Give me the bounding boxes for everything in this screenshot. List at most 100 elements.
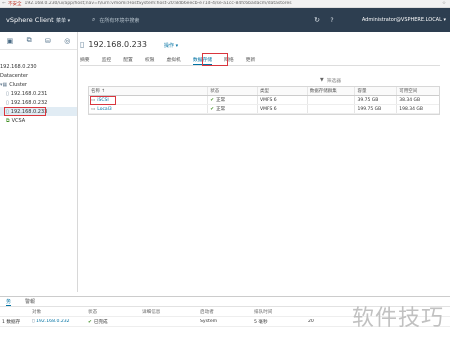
tree-label: VCSA	[11, 117, 26, 124]
global-search[interactable]: ⌕ 在所有环境中搜索	[92, 14, 242, 27]
actions-dropdown[interactable]: 操作 ▾	[164, 42, 178, 49]
task-status: ✔ 已完成	[86, 319, 140, 325]
col-details[interactable]: 详细信息	[140, 309, 198, 315]
task-status-text: 已完成	[93, 319, 108, 325]
col-free[interactable]: 可用空间	[397, 87, 439, 95]
tab-highlight-box	[202, 53, 228, 66]
tree-item-host-233[interactable]: ▯ 192.168.0.233	[0, 107, 77, 116]
check-icon: ✔	[210, 97, 215, 103]
user-name: Administrator@VSPHERE.LOCAL	[361, 17, 442, 23]
highlight-box	[4, 107, 46, 116]
col-cluster[interactable]: 数据存储群集	[308, 87, 356, 95]
cell-name: ▭ Local3	[89, 105, 209, 113]
filter-placeholder: 筛选器	[326, 78, 342, 84]
cell-cluster	[308, 96, 356, 104]
task-initiator: System	[200, 319, 218, 324]
back-icon[interactable]: ←	[0, 1, 8, 6]
tab-updates[interactable]: 更新	[246, 56, 256, 65]
tab-recent-tasks[interactable]: 务	[6, 298, 12, 306]
cell-free: 38.34 GB	[399, 97, 421, 103]
navigator-panel: ▣ ⧉ ⛁ ◎ 192.168.0.230 Datacenter ▾▦ Clus…	[0, 32, 78, 292]
check-icon: ✔	[88, 319, 92, 325]
cell-type: VMFS 6	[258, 105, 308, 113]
col-status[interactable]: 状态	[86, 309, 140, 315]
refresh-icon[interactable]: ↻	[310, 16, 324, 24]
filter-field[interactable]: ▼ 筛选器	[320, 76, 440, 84]
security-warning[interactable]: 不安全	[8, 1, 22, 7]
datastore-grid: 名称 ↑ 状态 类型 数据存储群集 容量 可用空间 ▭ iSCSI ✔ 正常 VM…	[88, 86, 440, 115]
user-menu[interactable]: Administrator@VSPHERE.LOCAL ▾	[340, 17, 450, 23]
tree-label: Datacenter	[0, 72, 29, 79]
task-queued: 5 毫秒	[254, 319, 268, 325]
vm-icon: ⧉	[6, 117, 10, 124]
tree-item-cluster[interactable]: ▾▦ Cluster	[0, 80, 77, 89]
storage-icon[interactable]: ⛁	[45, 37, 51, 45]
cell-status: ✔ 正常	[208, 105, 259, 113]
col-initiator[interactable]: 启动者	[198, 309, 252, 315]
host-name: 192.168.0.233	[88, 40, 147, 49]
task-object: ▯ 192.168.0.232	[30, 319, 86, 324]
tree-item-vcsa[interactable]: ⧉ VCSA	[0, 116, 77, 125]
col-queued[interactable]: 排队时间	[252, 309, 306, 315]
menu-label: 菜单	[56, 17, 67, 24]
row-highlight-box	[90, 96, 116, 105]
main-panel: ▯ 192.168.0.233 操作 ▾ 摘要 监控 配置 权限 虚拟机 数据存…	[80, 32, 450, 292]
cell-free: 198.34 GB	[399, 106, 423, 112]
tree-label: 192.168.0.232	[10, 99, 48, 106]
url-text[interactable]: 192.168.0.230/ui/app/host;nav=h/urn:vmom…	[25, 1, 292, 6]
col-capacity[interactable]: 容量	[355, 87, 398, 95]
status-text: 正常	[216, 98, 226, 103]
cell-status: ✔ 正常	[208, 96, 259, 104]
datastore-icon: ▭	[91, 106, 96, 112]
table-row[interactable]: ▭ Local3 ✔ 正常 VMFS 6 199.75 GB 198.34 GB	[89, 105, 439, 114]
networking-icon[interactable]: ◎	[64, 37, 70, 45]
host-icon: ▯	[6, 99, 9, 106]
cell-capacity: 39.75 GB	[355, 96, 398, 104]
task-name: 1 数据存	[2, 319, 21, 325]
tree-label: 192.168.0.231	[10, 90, 48, 97]
search-placeholder: 在所有环境中搜索	[99, 17, 140, 24]
vms-templates-icon[interactable]: ⧉	[27, 36, 32, 45]
menu-dropdown[interactable]: 菜单 ▾	[56, 17, 92, 24]
cell-cluster	[308, 105, 356, 113]
filter-icon: ▼	[320, 77, 324, 83]
tab-monitor[interactable]: 监控	[102, 56, 112, 65]
task-start: 20	[308, 319, 314, 324]
datastore-link[interactable]: Local3	[97, 107, 112, 112]
check-icon: ✔	[210, 106, 215, 112]
object-link[interactable]: 192.168.0.232	[36, 319, 70, 324]
status-text: 正常	[216, 107, 226, 112]
grid-header: 名称 ↑ 状态 类型 数据存储群集 容量 可用空间	[89, 87, 439, 96]
cell-type: VMFS 6	[258, 96, 308, 104]
watermark-text: 软件技巧	[351, 306, 444, 331]
tree-label: 192.168.0.230	[0, 63, 37, 70]
col-object[interactable]: 对象	[30, 309, 86, 315]
tab-summary[interactable]: 摘要	[80, 56, 90, 65]
tab-permissions[interactable]: 权限	[145, 56, 155, 65]
bookmark-star-icon[interactable]: ☆	[442, 1, 446, 6]
host-icon: ▯	[80, 40, 85, 49]
tree-item-datacenter[interactable]: Datacenter	[0, 71, 77, 80]
tree-item-host-231[interactable]: ▯ 192.168.0.231	[0, 89, 77, 98]
col-status[interactable]: 状态	[208, 87, 259, 95]
table-row[interactable]: ▭ iSCSI ✔ 正常 VMFS 6 39.75 GB 38.34 GB	[89, 96, 439, 105]
tree-item-host-232[interactable]: ▯ 192.168.0.232	[0, 98, 77, 107]
browser-address-bar[interactable]: ← 不安全 192.168.0.230/ui/app/host;nav=h/ur…	[0, 0, 450, 8]
top-header: vSphere Client 菜单 ▾ ⌕ 在所有环境中搜索 ↻ ? Admin…	[0, 8, 450, 32]
cell-capacity: 199.75 GB	[355, 105, 398, 113]
tab-configure[interactable]: 配置	[123, 56, 133, 65]
hosts-clusters-icon[interactable]: ▣	[7, 37, 14, 45]
tree-label: Cluster	[9, 81, 27, 88]
host-icon: ▯	[6, 90, 9, 97]
col-type[interactable]: 类型	[258, 87, 308, 95]
tree-item-vcenter[interactable]: 192.168.0.230	[0, 62, 77, 71]
navigator-tabs: ▣ ⧉ ⛁ ◎	[0, 32, 77, 50]
help-icon[interactable]: ?	[324, 17, 340, 24]
search-icon: ⌕	[92, 16, 96, 23]
col-name[interactable]: 名称 ↑	[89, 87, 209, 95]
cluster-icon: ▾▦	[0, 81, 8, 88]
object-tabs: 摘要 监控 配置 权限 虚拟机 数据存储 网络 更新	[80, 56, 440, 66]
brand-title: vSphere Client	[6, 16, 54, 24]
tab-vms[interactable]: 虚拟机	[166, 56, 180, 65]
tab-alarms[interactable]: 警報	[25, 298, 35, 305]
